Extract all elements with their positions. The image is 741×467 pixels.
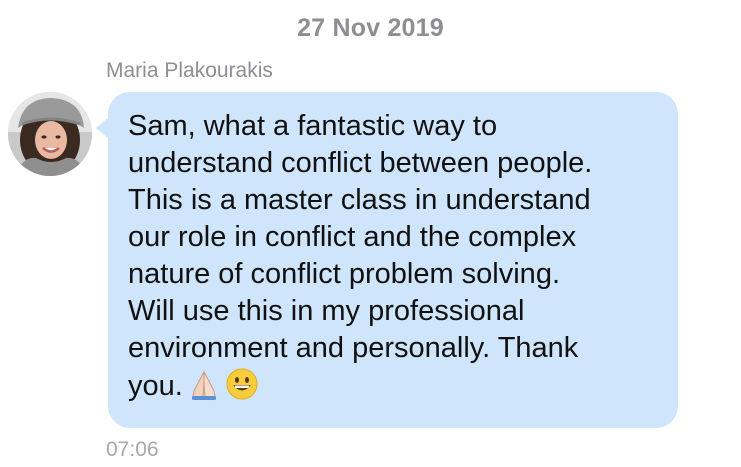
message-text: Sam, what a fantastic way to understand …	[128, 108, 660, 411]
message-timestamp: 07:06	[106, 438, 159, 461]
user-photo-avatar-icon	[8, 92, 92, 176]
avatar[interactable]	[8, 92, 92, 176]
date-header: 27 Nov 2019	[297, 14, 444, 42]
folded-hands-icon	[187, 367, 221, 411]
sender-name: Maria Plakourakis	[106, 59, 273, 82]
message-body: Sam, what a fantastic way to understand …	[128, 110, 593, 402]
message-bubble[interactable]: Sam, what a fantastic way to understand …	[108, 92, 678, 428]
grinning-face-icon	[225, 367, 259, 411]
